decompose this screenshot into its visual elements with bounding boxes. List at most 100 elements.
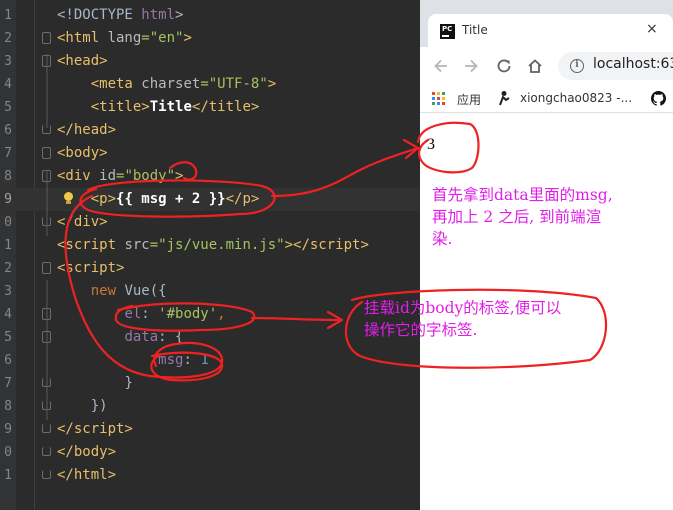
line-number: 6: [4, 123, 12, 138]
code-text: <div id="body">: [57, 168, 184, 184]
code-text: data: {: [124, 329, 184, 345]
bookmark-person-icon: [499, 91, 510, 106]
fold-marker-icon[interactable]: [42, 147, 51, 159]
line-number: 2: [4, 31, 12, 46]
bookmark-xiongchao[interactable]: xiongchao0823 -...: [520, 91, 632, 105]
code-text: <script src="js/vue.min.js"></script>: [57, 237, 369, 253]
fold-marker-icon[interactable]: [42, 424, 51, 433]
line-number: 7: [4, 376, 12, 391]
code-line[interactable]: 2 <script>: [0, 257, 420, 280]
fold-marker-icon[interactable]: [42, 401, 51, 410]
code-text: }: [124, 375, 133, 391]
fold-marker-icon[interactable]: [42, 55, 51, 67]
code-line[interactable]: 6 </head>: [0, 119, 420, 142]
browser-toolbar: i localhost:63: [420, 47, 673, 85]
fold-marker-icon[interactable]: [42, 308, 51, 320]
line-number: 4: [4, 307, 12, 322]
line-number: 2: [4, 261, 12, 276]
code-line[interactable]: 5 data: {: [0, 326, 420, 349]
code-text: <title>Title</title>: [90, 99, 260, 115]
code-text: msg: 1: [158, 352, 209, 368]
line-number: 9: [4, 422, 12, 437]
line-number: 0: [4, 215, 12, 230]
code-text: </body>: [57, 444, 117, 460]
tab-strip: PC Title ×: [420, 0, 673, 47]
fold-marker-icon[interactable]: [42, 217, 51, 226]
code-text: <p>{{ msg + 2 }}</p>: [90, 191, 260, 207]
fold-marker-icon[interactable]: [42, 470, 51, 479]
code-text: el: '#body',: [124, 306, 226, 322]
code-text: <!DOCTYPE html>: [57, 7, 184, 23]
fold-marker-icon[interactable]: [42, 331, 51, 343]
home-icon[interactable]: [526, 57, 544, 75]
code-line[interactable]: 8 <div id="body">: [0, 165, 420, 188]
tab-close-icon[interactable]: ×: [646, 21, 658, 37]
apps-grid-icon[interactable]: [432, 92, 445, 105]
code-text: <head>: [57, 53, 108, 69]
code-text: new Vue({: [90, 283, 167, 299]
code-line[interactable]: 3 <head>: [0, 50, 420, 73]
code-text: </head>: [57, 122, 117, 138]
back-arrow-icon[interactable]: [432, 57, 450, 75]
line-number: 8: [4, 169, 12, 184]
code-line[interactable]: 4 el: '#body',: [0, 303, 420, 326]
code-line[interactable]: 7 <body>: [0, 142, 420, 165]
line-number: 6: [4, 353, 12, 368]
browser-tab[interactable]: PC Title ×: [428, 14, 673, 47]
fold-marker-icon[interactable]: [42, 170, 51, 182]
line-number: 8: [4, 399, 12, 414]
rendered-output: 3: [427, 136, 435, 153]
bookmark-apps[interactable]: 应用: [457, 91, 481, 108]
code-text: <script>: [57, 260, 125, 276]
line-number: 1: [4, 238, 12, 253]
reload-icon[interactable]: [495, 57, 513, 75]
info-icon[interactable]: i: [570, 59, 584, 73]
code-text: </script>: [57, 421, 133, 437]
code-line[interactable]: 8 }): [0, 395, 420, 418]
code-line[interactable]: 5 <title>Title</title>: [0, 96, 420, 119]
code-line[interactable]: 1 </html>: [0, 464, 420, 487]
line-number: 1: [4, 468, 12, 483]
github-icon[interactable]: [651, 91, 666, 106]
code-line[interactable]: 0 </body>: [0, 441, 420, 464]
bookmarks-bar: 应用 xiongchao0823 -...: [420, 85, 673, 113]
pycharm-icon: PC: [440, 24, 455, 39]
code-line[interactable]: 9 <p>{{ msg + 2 }}</p>: [0, 188, 420, 211]
line-number: 5: [4, 100, 12, 115]
tab-title: Title: [462, 23, 488, 37]
code-line[interactable]: 9 </script>: [0, 418, 420, 441]
annotation-note-render: 首先拿到data里面的msg, 再加上 2 之后, 到前端渲 染.: [432, 186, 613, 248]
code-text: </html>: [57, 467, 117, 483]
line-number: 3: [4, 284, 12, 299]
code-text: }): [90, 398, 108, 414]
address-bar[interactable]: i localhost:63: [558, 52, 673, 80]
line-number: 5: [4, 330, 12, 345]
fold-marker-icon[interactable]: [42, 32, 51, 44]
line-number: 4: [4, 77, 12, 92]
code-line[interactable]: 2 <html lang="en">: [0, 27, 420, 50]
code-line[interactable]: 1 <!DOCTYPE html>: [0, 4, 420, 27]
code-line[interactable]: 6 msg: 1: [0, 349, 420, 372]
fold-marker-icon[interactable]: [42, 125, 51, 134]
code-line[interactable]: 4 <meta charset="UTF-8">: [0, 73, 420, 96]
line-number: 9: [4, 192, 12, 207]
code-text: <html lang="en">: [57, 30, 192, 46]
forward-arrow-icon[interactable]: [462, 57, 480, 75]
code-line[interactable]: 7 }: [0, 372, 420, 395]
code-editor[interactable]: 1 <!DOCTYPE html> 2 <html lang="en"> 3 <head>…: [0, 0, 420, 510]
line-number: 0: [4, 445, 12, 460]
code-text: <body>: [57, 145, 108, 161]
fold-marker-icon[interactable]: [42, 262, 51, 274]
line-number: 3: [4, 54, 12, 69]
code-line[interactable]: 3 new Vue({: [0, 280, 420, 303]
url-text: localhost:63: [593, 56, 673, 72]
code-line[interactable]: 1 <script src="js/vue.min.js"></script>: [0, 234, 420, 257]
code-text: </div>: [57, 214, 108, 230]
code-line[interactable]: 0 </div>: [0, 211, 420, 234]
fold-marker-icon[interactable]: [42, 447, 51, 456]
code-text: <meta charset="UTF-8">: [90, 76, 277, 92]
line-number: 7: [4, 146, 12, 161]
browser-window: PC Title × i localhost:63 应用 xiongchao08…: [420, 0, 673, 510]
fold-marker-icon[interactable]: [42, 378, 51, 387]
line-number: 1: [4, 8, 12, 23]
